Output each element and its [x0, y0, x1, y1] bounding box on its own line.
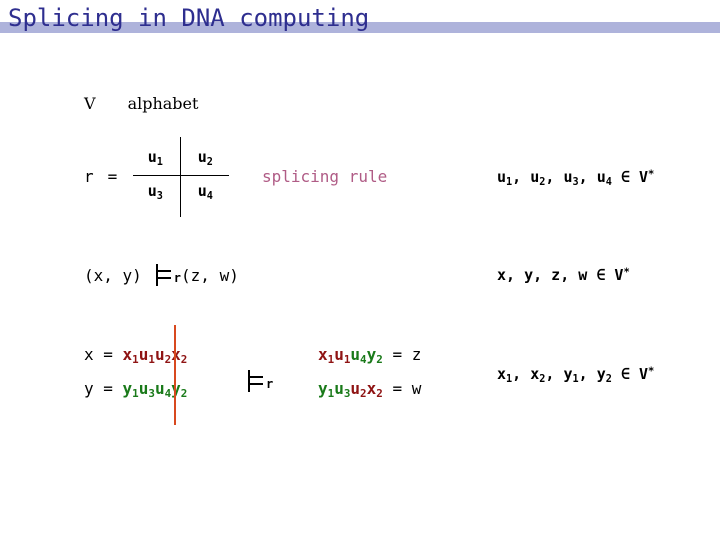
rule-cell-u4: u4	[197, 182, 213, 202]
rule-grid-vertical-line	[180, 137, 182, 217]
derivation-left-pair: (x, y)	[84, 265, 142, 285]
rule-symbol: r	[84, 166, 94, 186]
rule-cell-u1: u1	[147, 148, 163, 168]
rule-cell-u3: u3	[147, 182, 163, 202]
derivation-right-pair: (z, w)	[181, 265, 239, 285]
rule-grid-horizontal-line	[133, 175, 230, 176]
xy-equations-block: x = x1u1u2x2 y = y1u3u4y2	[84, 344, 187, 412]
rule-grid: u1 u2 u3 u4	[133, 137, 230, 217]
rule-cell-u2: u2	[197, 148, 213, 168]
xyzw-membership-note: x, y, z, w ∈ V*	[497, 266, 630, 284]
alphabet-symbol: V	[84, 94, 96, 113]
y-equation: y = y1u3u4y2	[84, 379, 188, 401]
turnstile-icon	[246, 370, 268, 392]
x1x2y1y2-membership-note: x1, x2, y1, y2 ∈ V*	[497, 365, 655, 385]
x-equation: x = x1u1u2x2	[84, 345, 188, 367]
splicing-rule-caption: splicing rule	[262, 167, 388, 186]
derivation-relation-row: (x, y) r (z, w)	[84, 264, 239, 286]
alphabet-definition-row: Valphabet	[84, 94, 198, 113]
w-equation: y1u3u2x2 = w	[318, 379, 422, 401]
zw-equations-block: x1u1u4y2 = z y1u3u2x2 = w	[318, 344, 421, 412]
bottom-derivation-turnstile: r	[246, 370, 273, 392]
splicing-rule-definition: r = u1 u2 u3 u4	[84, 137, 230, 217]
turnstile-icon	[154, 264, 176, 286]
page-title: Splicing in DNA computing	[8, 4, 370, 32]
z-equation: x1u1u4y2 = z	[318, 345, 422, 367]
splice-cut-line	[174, 325, 176, 425]
alphabet-label: alphabet	[127, 94, 199, 113]
u-membership-note: u1, u2, u3, u4 ∈ V*	[497, 168, 655, 188]
rule-equals-sign: =	[107, 166, 118, 186]
